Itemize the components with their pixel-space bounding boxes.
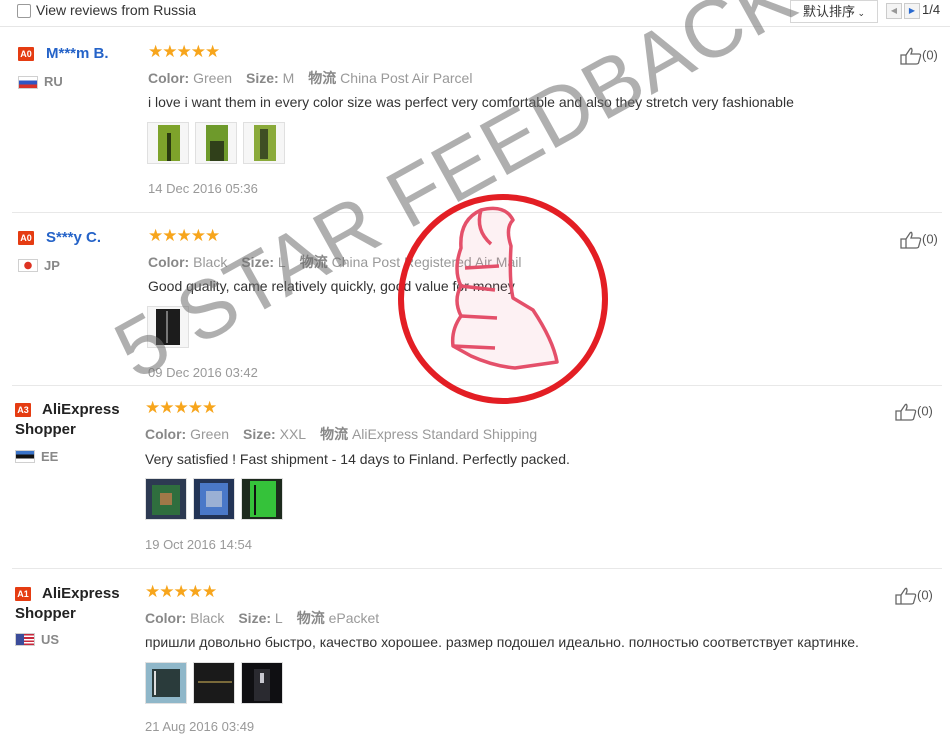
thumbs-up-icon bbox=[900, 47, 922, 65]
review-photo[interactable] bbox=[241, 662, 283, 704]
star-rating: ★★★★★ bbox=[145, 398, 217, 417]
flag-ee-icon bbox=[15, 450, 35, 463]
color-key: Color: bbox=[148, 254, 190, 270]
review-photos bbox=[145, 478, 289, 520]
order-info: Color: Black Size: L 物流 ePacket bbox=[145, 608, 393, 628]
order-info: Color: Green Size: XXL 物流 AliExpress Stand… bbox=[145, 424, 551, 444]
review-photo[interactable] bbox=[147, 306, 189, 348]
color-value: Black bbox=[190, 610, 225, 626]
russia-filter-label[interactable]: View reviews from Russia bbox=[36, 2, 196, 18]
size-key: Size: bbox=[246, 70, 279, 86]
helpful-count: (0) bbox=[922, 231, 938, 247]
reviewer-country: US bbox=[41, 632, 60, 647]
size-key: Size: bbox=[238, 610, 272, 626]
star-rating: ★★★★★ bbox=[148, 226, 220, 245]
thumbs-up-icon bbox=[895, 403, 917, 421]
review-text: Very satisfied ! Fast shipment - 14 days… bbox=[145, 451, 570, 467]
review-photo[interactable] bbox=[193, 662, 235, 704]
review-divider bbox=[12, 568, 942, 569]
helpful-count: (0) bbox=[917, 587, 933, 603]
shipping-key: 物流 bbox=[296, 610, 325, 626]
helpful-count: (0) bbox=[922, 47, 938, 63]
review-photo[interactable] bbox=[145, 478, 187, 520]
size-value: XXL bbox=[279, 426, 307, 442]
review-date: 19 Oct 2016 14:54 bbox=[145, 537, 252, 552]
review-date: 09 Dec 2016 03:42 bbox=[148, 365, 258, 380]
reviewer-name[interactable]: S***y C. bbox=[46, 229, 101, 246]
shipping-value: China Post Registered Air Mail bbox=[331, 254, 522, 270]
reviewer-name[interactable]: AliExpress Shopper bbox=[15, 584, 125, 624]
thumbs-up-stamp-icon bbox=[398, 194, 608, 404]
color-value: Green bbox=[193, 70, 233, 86]
reviewer-name[interactable]: AliExpress Shopper bbox=[15, 400, 125, 440]
helpful-count: (0) bbox=[917, 403, 933, 419]
color-value: Black bbox=[193, 254, 228, 270]
review-date: 14 Dec 2016 05:36 bbox=[148, 181, 258, 196]
helpful-button[interactable]: (0) bbox=[900, 47, 938, 65]
helpful-button[interactable]: (0) bbox=[900, 231, 938, 249]
buyer-level-badge: A0 bbox=[18, 231, 34, 245]
review-divider bbox=[12, 385, 942, 386]
review-photos bbox=[147, 306, 195, 348]
shipping-value: AliExpress Standard Shipping bbox=[351, 426, 538, 442]
review-photo[interactable] bbox=[147, 122, 189, 164]
review-photos bbox=[147, 122, 291, 164]
prev-page-button[interactable]: ◀ bbox=[886, 3, 902, 19]
shipping-key: 物流 bbox=[299, 254, 328, 270]
shipping-key: 物流 bbox=[320, 426, 349, 442]
flag-us-icon bbox=[15, 633, 35, 646]
review-photo[interactable] bbox=[243, 122, 285, 164]
review-photo[interactable] bbox=[145, 662, 187, 704]
order-info: Color: Black Size: L 物流 China Post Registe… bbox=[148, 252, 535, 272]
reviewer-country: EE bbox=[41, 449, 59, 464]
reviewer-name[interactable]: M***m B. bbox=[46, 45, 109, 62]
flag-ru-icon bbox=[18, 76, 38, 89]
review-text: Good quality, came relatively quickly, g… bbox=[148, 278, 515, 294]
review-toolbar: View reviews from Russia 默认排序 ⌄ ◀ ▶ 1/4 bbox=[0, 0, 950, 27]
size-key: Size: bbox=[243, 426, 276, 442]
review-photos bbox=[145, 662, 289, 704]
star-rating: ★★★★★ bbox=[145, 582, 217, 601]
chevron-down-icon: ⌄ bbox=[854, 8, 866, 18]
size-value: L bbox=[274, 610, 283, 626]
star-rating: ★★★★★ bbox=[148, 42, 220, 61]
buyer-level-badge: A0 bbox=[18, 47, 34, 61]
thumbs-up-icon bbox=[895, 587, 917, 605]
russia-filter-checkbox[interactable] bbox=[17, 4, 31, 18]
review-divider bbox=[12, 212, 942, 213]
helpful-button[interactable]: (0) bbox=[895, 403, 933, 421]
sort-label: 默认排序 bbox=[802, 4, 855, 19]
flag-jp-icon bbox=[18, 259, 38, 272]
review-photo[interactable] bbox=[195, 122, 237, 164]
review-photo[interactable] bbox=[241, 478, 283, 520]
review-text: пришли довольно быстро, качество хорошее… bbox=[145, 634, 859, 650]
shipping-value: ePacket bbox=[328, 610, 380, 626]
next-page-button[interactable]: ▶ bbox=[904, 3, 920, 19]
sort-dropdown[interactable]: 默认排序 ⌄ bbox=[790, 0, 878, 23]
size-key: Size: bbox=[241, 254, 275, 270]
color-key: Color: bbox=[145, 426, 187, 442]
color-key: Color: bbox=[145, 610, 187, 626]
helpful-button[interactable]: (0) bbox=[895, 587, 933, 605]
shipping-value: China Post Air Parcel bbox=[340, 70, 473, 86]
reviewer-country: RU bbox=[44, 74, 63, 89]
review-text: i love i want them in every color size w… bbox=[148, 94, 794, 110]
page-indicator: 1/4 bbox=[922, 2, 941, 17]
reviewer-country: JP bbox=[44, 258, 60, 273]
thumbs-up-icon bbox=[900, 231, 922, 249]
color-value: Green bbox=[190, 426, 230, 442]
shipping-key: 物流 bbox=[308, 70, 337, 86]
order-info: Color: Green Size: M 物流 China Post Air Par… bbox=[148, 68, 486, 88]
size-value: L bbox=[277, 254, 286, 270]
color-key: Color: bbox=[148, 70, 190, 86]
size-value: M bbox=[282, 70, 295, 86]
review-photo[interactable] bbox=[193, 478, 235, 520]
